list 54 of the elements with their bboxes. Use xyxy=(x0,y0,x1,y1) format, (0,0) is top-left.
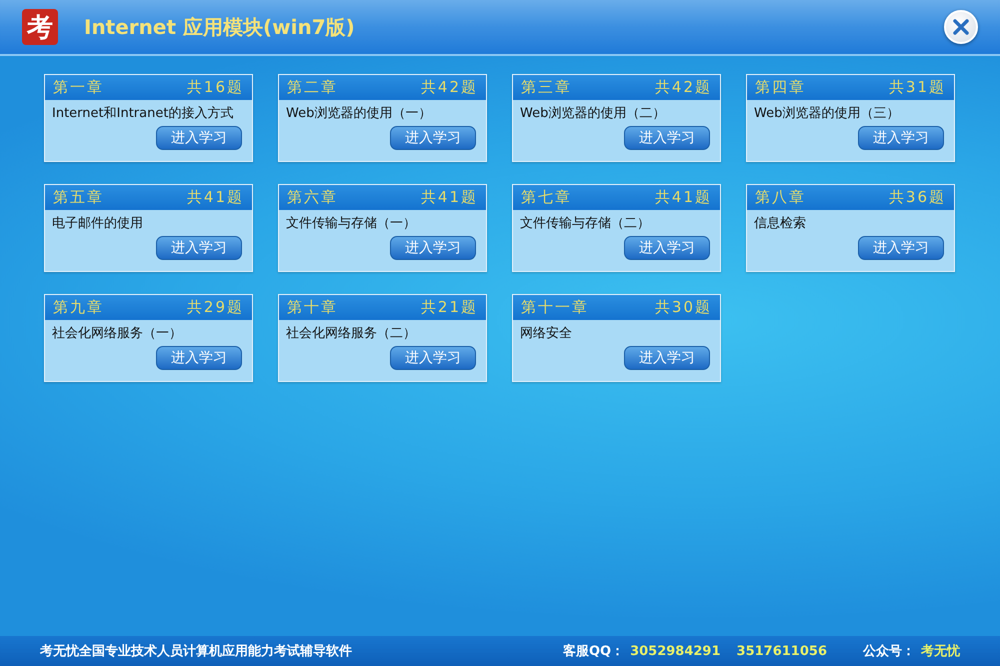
question-count: 共29题 xyxy=(186,298,244,317)
account-label: 公众号： xyxy=(863,643,915,660)
chapter-topic: 文件传输与存储（一） xyxy=(285,215,417,232)
start-study-button[interactable]: 进入学习 xyxy=(390,346,476,370)
question-count: 共42题 xyxy=(420,78,478,97)
chapter-topic: 文件传输与存储（二） xyxy=(519,215,651,232)
chapter-topic: 网络安全 xyxy=(519,325,573,342)
question-count: 共41题 xyxy=(186,188,244,207)
question-count: 共31题 xyxy=(888,78,946,97)
start-study-button[interactable]: 进入学习 xyxy=(156,236,242,260)
chapter-topic: Web浏览器的使用（一） xyxy=(285,105,432,122)
chapter-title: 第七章 xyxy=(521,188,572,207)
service-label: 客服QQ： xyxy=(562,642,624,660)
question-count: 共16题 xyxy=(186,78,244,97)
start-study-button[interactable]: 进入学习 xyxy=(624,236,710,260)
chapter-title: 第十章 xyxy=(287,298,338,317)
start-study-button[interactable]: 进入学习 xyxy=(858,236,944,260)
window-title: Internet 应用模块(win7版) xyxy=(84,14,356,40)
chapter-topic: Web浏览器的使用（三） xyxy=(753,105,900,122)
chapter-title: 第十一章 xyxy=(521,298,589,317)
chapter-topic: 信息检索 xyxy=(753,215,807,232)
question-count: 共41题 xyxy=(654,188,712,207)
chapter-title: 第一章 xyxy=(53,78,104,97)
account-name: 考无忧 xyxy=(921,643,960,660)
chapter-title: 第九章 xyxy=(53,298,104,317)
question-count: 共21题 xyxy=(420,298,478,317)
chapter-topic: 社会化网络服务（一） xyxy=(51,325,183,342)
chapter-topic: 社会化网络服务（二） xyxy=(285,325,417,342)
chapter-title: 第八章 xyxy=(755,188,806,207)
start-study-button[interactable]: 进入学习 xyxy=(624,346,710,370)
close-icon xyxy=(952,18,970,36)
chapter-title: 第二章 xyxy=(287,78,338,97)
app-logo: 考 xyxy=(22,9,58,45)
chapter-title: 第三章 xyxy=(521,78,572,97)
question-count: 共30题 xyxy=(654,298,712,317)
start-study-button[interactable]: 进入学习 xyxy=(858,126,944,150)
start-study-button[interactable]: 进入学习 xyxy=(390,236,476,260)
chapter-topic: 电子邮件的使用 xyxy=(51,215,144,232)
chapter-title: 第六章 xyxy=(287,188,338,207)
start-study-button[interactable]: 进入学习 xyxy=(624,126,710,150)
qq-number: 3517611056 xyxy=(736,644,827,658)
question-count: 共36题 xyxy=(888,188,946,207)
start-study-button[interactable]: 进入学习 xyxy=(156,126,242,150)
close-button[interactable] xyxy=(944,10,978,44)
start-study-button[interactable]: 进入学习 xyxy=(156,346,242,370)
chapter-title: 第四章 xyxy=(755,78,806,97)
footer-slogan: 考无忧全国专业技术人员计算机应用能力考试辅导软件 xyxy=(40,642,353,660)
question-count: 共41题 xyxy=(420,188,478,207)
chapter-topic: Web浏览器的使用（二） xyxy=(519,105,666,122)
chapter-title: 第五章 xyxy=(53,188,104,207)
chapter-topic: Internet和Intranet的接入方式 xyxy=(51,105,234,122)
question-count: 共42题 xyxy=(654,78,712,97)
qq-number: 3052984291 xyxy=(630,644,721,658)
start-study-button[interactable]: 进入学习 xyxy=(390,126,476,150)
